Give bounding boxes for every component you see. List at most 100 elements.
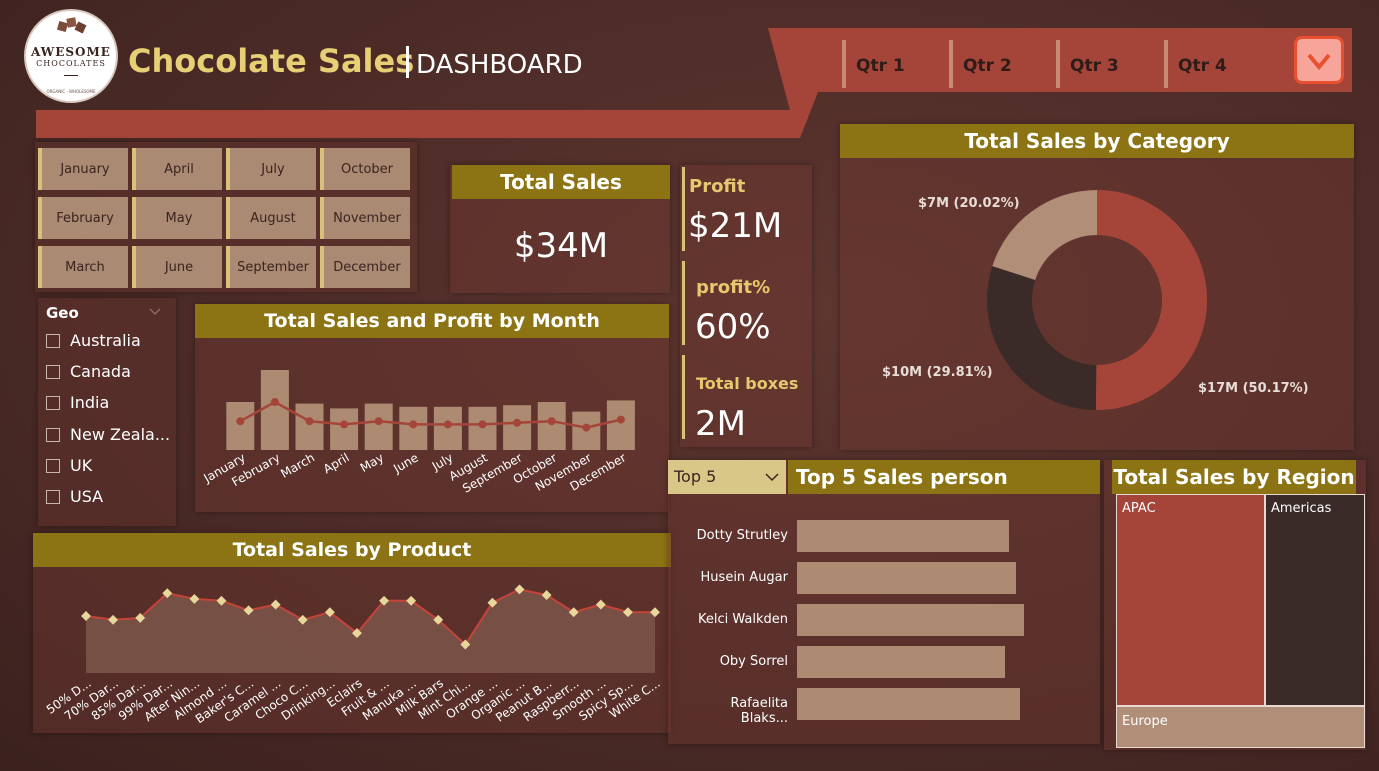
qtr-button-4[interactable]: Qtr 4 [1164,40,1270,88]
chevron-down-icon [764,460,780,506]
month-tick-label: March [278,450,317,480]
month-button-may[interactable]: May [132,197,222,239]
month-button-december[interactable]: December [320,246,410,288]
checkbox-icon[interactable] [46,333,60,348]
salesperson-bar[interactable] [797,562,1016,594]
logo-text-line2: CHOCOLATES [36,59,106,68]
salesperson-bar[interactable] [797,688,1020,720]
sales-bar [537,402,566,450]
geo-item-australia[interactable]: Australia [46,331,141,350]
checkbox-icon[interactable] [46,458,60,473]
geo-item-label: New Zeala... [70,425,171,444]
month-button-april[interactable]: April [132,148,222,190]
monthly-chart-title: Total Sales and Profit by Month [195,304,669,338]
profit-pct-value: 60% [695,307,771,347]
salesperson-label: Kelci Walkden [698,612,788,627]
page-title: Chocolate Sales [128,42,415,80]
geo-item-new-zealand[interactable]: New Zeala... [46,425,170,444]
profit-point [547,417,556,426]
sales-bar [295,403,324,450]
logo-divider [64,75,78,76]
profit-point [616,415,625,424]
qtr-button-3[interactable]: Qtr 3 [1056,40,1162,88]
sales-bar [364,403,393,450]
region-label-americas: Americas [1271,501,1332,516]
month-button-july[interactable]: July [226,148,316,190]
sales-bar [503,405,532,450]
checkbox-icon[interactable] [46,427,60,442]
chevron-down-icon[interactable] [148,302,162,316]
profit-point [374,417,383,426]
category-slice [1095,190,1207,410]
filter-reset-icon[interactable] [1294,36,1344,84]
checkbox-icon[interactable] [46,395,60,410]
geo-item-india[interactable]: India [46,393,109,412]
profit-point [270,398,279,406]
month-button-january[interactable]: January [38,148,128,190]
geo-item-usa[interactable]: USA [46,487,103,506]
geo-item-uk[interactable]: UK [46,456,92,475]
profit-pct-label: profit% [696,277,771,298]
region-label-europe: Europe [1122,714,1168,729]
top-n-dropdown[interactable]: Top 5 [668,460,786,494]
sales-bar [606,400,635,450]
sales-bar [260,370,289,450]
salesperson-bar[interactable] [797,520,1010,552]
title-divider [406,46,409,78]
salesperson-bar[interactable] [797,604,1024,636]
monthly-chart: JanuaryFebruaryMarch April May June JulyAugu… [201,370,635,496]
month-tick-label: June [390,450,421,476]
total-sales-label: Total Sales [452,165,670,199]
profit-pct-border [682,261,685,345]
month-button-august[interactable]: August [226,197,316,239]
month-button-june[interactable]: June [132,246,222,288]
month-tick-label: April [321,450,352,476]
geo-slicer-title: Geo [46,304,79,322]
profit-point [340,420,349,429]
logo-chocolate-icon [56,17,87,34]
profit-point [513,418,522,427]
profit-point [409,420,418,429]
category-slice-label: $7M (20.02%) [918,196,1020,211]
month-button-september[interactable]: September [226,246,316,288]
salesperson-label: Oby Sorrel [719,654,788,669]
total-sales-value: $34M [513,226,609,266]
boxes-value: 2M [695,404,746,444]
category-slice-label: $10M (29.81%) [882,365,993,380]
category-chart: $17M (50.17%) $10M (29.81%) $7M (20.02%) [882,190,1309,410]
profit-border [682,167,685,251]
geo-item-label: USA [70,487,104,506]
region-tile-europe[interactable]: Europe [1116,706,1365,748]
region-tile-apac[interactable]: APAC [1116,494,1265,706]
geo-item-label: Canada [70,362,131,381]
salesperson-label: Husein Augar [700,570,788,585]
region-chart-title: Total Sales by Region [1112,460,1356,494]
qtr-button-2[interactable]: Qtr 2 [949,40,1055,88]
month-button-november[interactable]: November [320,197,410,239]
top-n-dropdown-value: Top 5 [674,467,717,486]
category-slice-label: $17M (50.17%) [1198,381,1309,396]
profit-value: $21M [688,206,783,246]
salesperson-bar[interactable] [797,646,1005,678]
category-slice [986,266,1097,410]
month-button-october[interactable]: October [320,148,410,190]
geo-item-canada[interactable]: Canada [46,362,131,381]
checkbox-icon[interactable] [46,364,60,379]
page-subtitle: DASHBOARD [416,50,583,80]
profit-label: Profit [689,176,746,197]
profit-point [305,417,314,426]
month-button-february[interactable]: February [38,197,128,239]
geo-item-label: UK [70,456,93,475]
salesperson-label: Dotty Strutley [696,528,788,543]
salesperson-label: Rafaelita Blaks... [730,696,788,726]
profit-point [478,420,487,429]
product-chart-title: Total Sales by Product [33,533,671,567]
month-tick-label: May [358,450,386,475]
checkbox-icon[interactable] [46,489,60,504]
product-area [86,589,655,673]
region-label-apac: APAC [1122,501,1156,516]
region-tile-americas[interactable]: Americas [1265,494,1365,706]
month-button-march[interactable]: March [38,246,128,288]
qtr-button-1[interactable]: Qtr 1 [842,40,948,88]
salesperson-title: Top 5 Sales person [788,460,1100,494]
